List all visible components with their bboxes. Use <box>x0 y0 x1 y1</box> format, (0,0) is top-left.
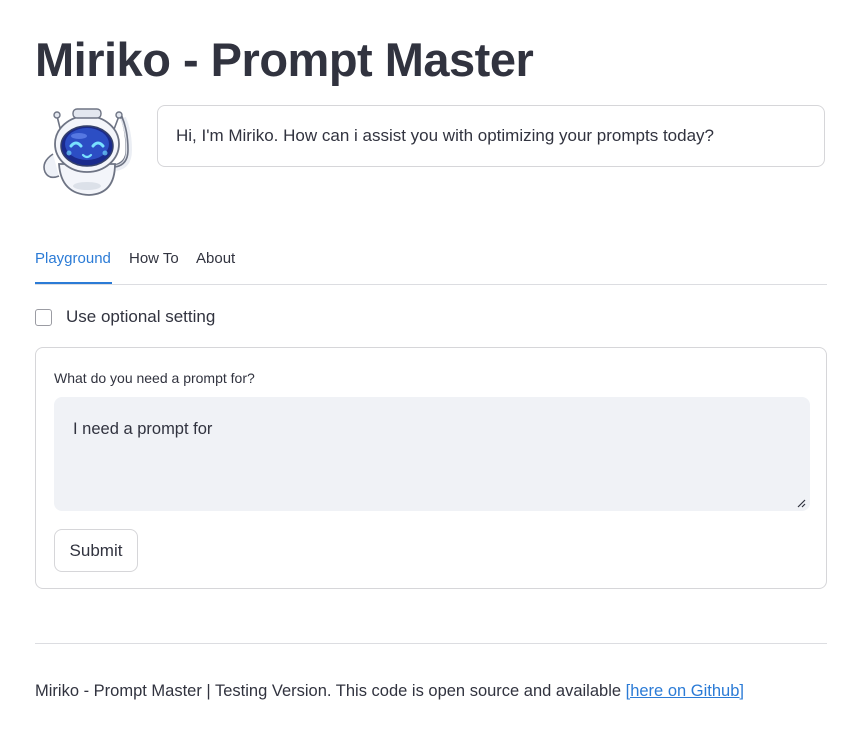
prompt-form: What do you need a prompt for? I need a … <box>35 347 827 589</box>
robot-icon <box>37 106 133 198</box>
footer-divider <box>35 643 827 644</box>
footer: Miriko - Prompt Master | Testing Version… <box>35 682 744 701</box>
page-title: Miriko - Prompt Master <box>35 33 534 86</box>
footer-text: Miriko - Prompt Master | Testing Version… <box>35 682 626 700</box>
tab-bar: Playground How To About <box>35 240 827 285</box>
resize-handle-icon[interactable] <box>796 498 806 508</box>
tab-how-to[interactable]: How To <box>129 240 179 283</box>
optional-setting-checkbox[interactable] <box>35 308 52 326</box>
optional-setting-row[interactable]: Use optional setting <box>35 304 215 330</box>
prompt-textarea[interactable]: I need a prompt for <box>54 397 810 511</box>
tab-playground[interactable]: Playground <box>35 240 112 284</box>
assistant-message: Hi, I'm Miriko. How can i assist you wit… <box>157 105 825 167</box>
submit-button[interactable]: Submit <box>54 529 138 572</box>
optional-setting-label: Use optional setting <box>66 307 216 326</box>
tab-about[interactable]: About <box>196 240 235 283</box>
prompt-field-label: What do you need a prompt for? <box>54 370 255 386</box>
assistant-message-text: Hi, I'm Miriko. How can i assist you wit… <box>176 126 714 145</box>
prompt-textarea-value: I need a prompt for <box>73 420 213 438</box>
github-link[interactable]: [here on Github] <box>626 682 744 700</box>
